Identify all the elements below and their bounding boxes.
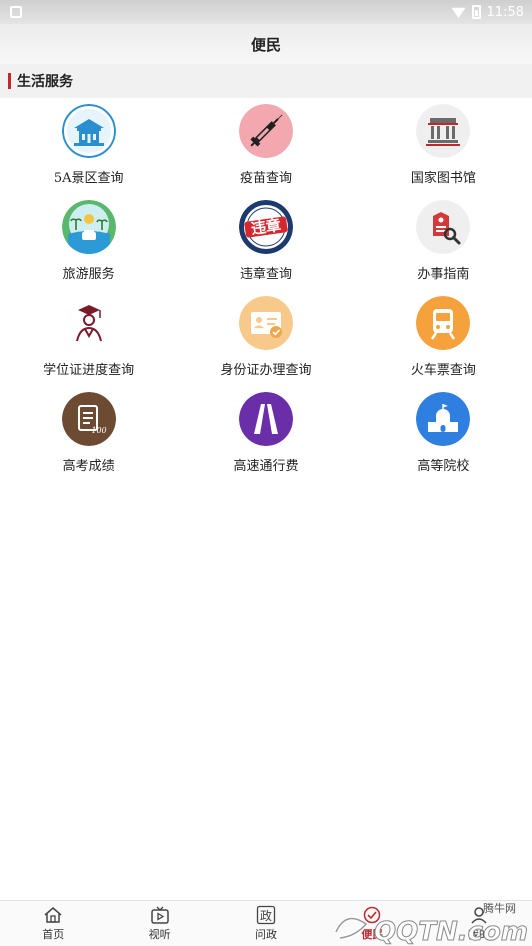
service-label: 办事指南 [417,267,470,282]
score-icon-text: 100 [91,426,106,435]
politics-icon: 政 [256,905,276,925]
service-grid: 5A景区查询 疫苗查询 国家图书馆 旅游服务 违章 违章查询 办事指南 学位证进… [0,100,532,484]
wifi-icon [451,7,466,18]
service-label: 违章查询 [239,267,292,282]
service-label: 火车票查询 [410,363,476,378]
travel-landscape-icon [61,200,116,254]
highway-icon [238,392,293,446]
nav-label-home: 首页 [42,928,65,941]
battery-icon [471,5,481,19]
id-card-icon [238,296,293,350]
nav-label-av: 视听 [148,928,171,941]
service-item-degree[interactable]: 学位证进度查询 [0,292,177,388]
nav-item-politics[interactable]: 政 问政 [213,901,319,946]
nav-label-service: 便民 [361,928,384,941]
section-accent-mark [8,73,11,89]
page-title: 便民 [250,35,281,54]
exam-score-icon: 100 [61,392,116,446]
service-item-exam[interactable]: 100 高考成绩 [0,388,177,484]
service-item-highway[interactable]: 高速通行费 [177,388,354,484]
nav-item-av[interactable]: 视听 [106,901,212,946]
service-label: 身份证办理查询 [220,363,312,378]
nav-label-politics: 问政 [255,928,278,941]
service-label: 学位证进度查询 [43,363,135,378]
tv-play-icon [150,906,169,924]
service-item-library[interactable]: 国家图书馆 [355,100,532,196]
status-time: 11:58 [486,4,524,20]
service-item-university[interactable]: 高等院校 [355,388,532,484]
service-label: 5A景区查询 [53,171,124,186]
guide-search-icon [416,200,471,254]
service-label: 疫苗查询 [239,171,292,186]
service-item-guide[interactable]: 办事指南 [355,196,532,292]
service-label: 高速通行费 [233,459,299,474]
service-item-vaccine[interactable]: 疫苗查询 [177,100,354,196]
service-item-scenic[interactable]: 5A景区查询 [0,100,177,196]
service-label: 旅游服务 [62,267,115,282]
nav-item-home[interactable]: 首页 [0,901,106,946]
train-icon [416,296,471,350]
politics-icon-text: 政 [260,909,272,923]
vaccine-syringe-icon [238,104,293,158]
profile-icon [471,907,487,924]
home-icon [44,907,62,923]
nav-item-service[interactable]: 便民 [319,901,425,946]
service-label: 高等院校 [417,459,470,474]
section-title: 生活服务 [17,74,73,90]
graduate-icon [61,296,116,350]
nav-item-profile[interactable]: 我的 [426,901,532,946]
service-item-travel[interactable]: 旅游服务 [0,196,177,292]
service-label: 高考成绩 [62,459,115,474]
violation-badge-icon: 违章 [238,200,293,254]
scenic-building-icon [61,104,116,158]
status-right: 11:58 [451,4,524,20]
notification-icon [10,6,22,18]
nav-label-profile: 我的 [467,928,490,941]
section-header: 生活服务 [0,64,532,98]
library-building-icon [416,104,471,158]
page-header: 便民 [0,24,532,64]
service-item-train[interactable]: 火车票查询 [355,292,532,388]
bottom-nav: 首页 视听 政 问政 便民 我的 [0,900,532,946]
service-icon [364,906,381,924]
service-item-violation[interactable]: 违章 违章查询 [177,196,354,292]
university-icon [416,392,471,446]
service-item-idcard[interactable]: 身份证办理查询 [177,292,354,388]
service-label: 国家图书馆 [410,171,476,186]
status-bar: 11:58 [0,0,532,24]
